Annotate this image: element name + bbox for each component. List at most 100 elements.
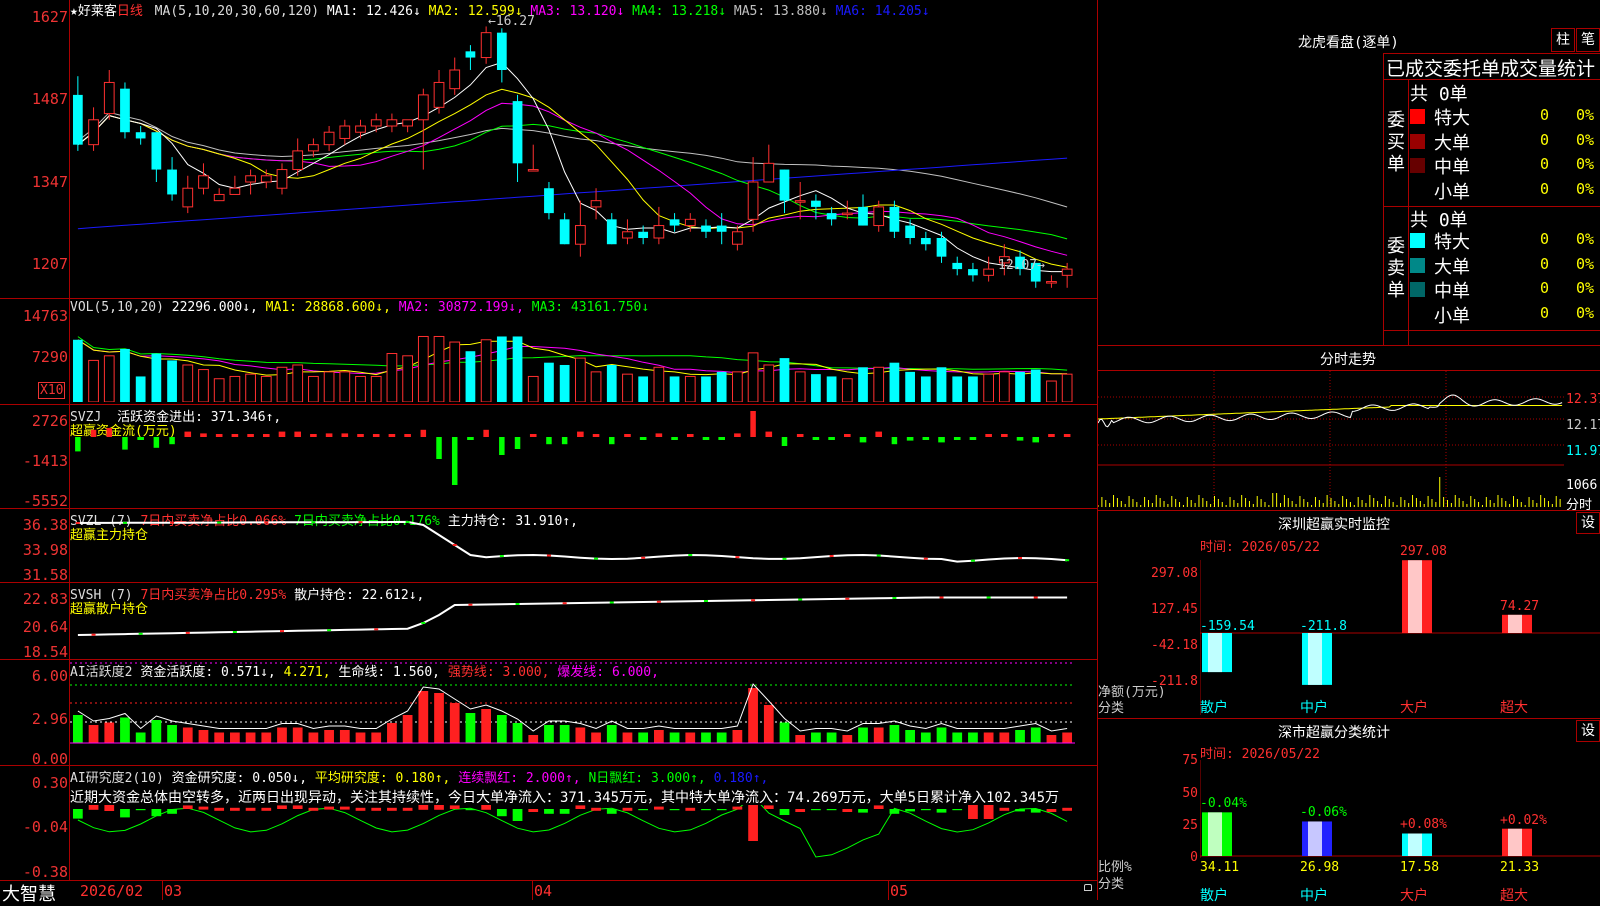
ai-activity-chart[interactable] <box>70 660 1075 764</box>
research-bar <box>182 805 193 809</box>
ai-research-streak: 连续飘红: 2.000↑, <box>458 771 581 786</box>
volume-bar <box>182 364 194 402</box>
lock-icon[interactable] <box>1084 884 1092 891</box>
candle-body <box>229 187 241 195</box>
candle-body <box>841 212 853 216</box>
column-view-button[interactable]: 柱 <box>1551 28 1575 52</box>
activity-bar <box>669 732 680 743</box>
vol-ma1 <box>77 339 1068 376</box>
activity-bar <box>811 732 821 743</box>
flow-bar <box>718 437 725 440</box>
retail-holding-chart[interactable] <box>70 583 1075 658</box>
volume-bar <box>167 360 177 402</box>
intraday-chart[interactable] <box>1098 371 1564 508</box>
holding-tick <box>515 603 520 605</box>
candle-body <box>496 32 507 70</box>
holding-tick <box>923 557 928 560</box>
fund-flow-chart[interactable] <box>70 405 1075 507</box>
research-bar <box>685 807 696 811</box>
tick-view-button[interactable]: 笔 <box>1576 28 1600 52</box>
settings-button[interactable]: 设 <box>1576 512 1600 534</box>
activity-bar <box>858 727 868 743</box>
flow-bar <box>875 431 883 437</box>
ai-research-chart[interactable] <box>70 805 1075 879</box>
holding-tick <box>688 554 693 557</box>
research-bar <box>339 806 350 810</box>
activity-bar <box>842 735 853 743</box>
volume-bar <box>794 371 806 402</box>
candle-body <box>826 213 837 220</box>
candle-body <box>622 231 633 239</box>
volume-bar <box>669 376 680 402</box>
research-bar <box>402 807 413 811</box>
volume-chart[interactable] <box>70 318 1075 402</box>
flow-bar <box>734 433 741 437</box>
divider <box>0 880 1098 881</box>
settings-button[interactable]: 设 <box>1576 720 1600 742</box>
holding-tick <box>421 622 426 624</box>
activity-bar <box>182 727 193 743</box>
volume-bar <box>449 341 461 402</box>
volume-bar <box>339 371 351 402</box>
flow-bar <box>499 437 505 455</box>
research-bar <box>811 809 821 811</box>
flow-bar <box>561 437 568 445</box>
holding-tick <box>468 603 473 606</box>
sz-monitor-chart[interactable] <box>1200 560 1600 715</box>
candle-body <box>370 119 382 127</box>
research-bar <box>120 809 130 818</box>
category-bar <box>1502 828 1532 856</box>
tick <box>532 880 533 900</box>
volume-bar <box>480 339 492 402</box>
ai-research-value: 资金研究度: 0.050↓, <box>171 771 308 786</box>
flow-bar <box>247 434 254 437</box>
candle-body <box>72 94 83 145</box>
activity-bar <box>292 727 303 743</box>
volume-bar <box>1046 380 1057 402</box>
order-type-label: 大单 <box>1434 132 1470 154</box>
activity-bar <box>198 730 209 743</box>
research-bar <box>622 807 633 811</box>
volume-bar <box>496 336 507 402</box>
activity-bar <box>716 732 727 743</box>
candle-body <box>811 200 821 207</box>
candle-body <box>1046 281 1057 284</box>
candle-body <box>936 238 947 257</box>
holding-tick <box>499 555 504 558</box>
ai-research-avg: 平均研究度: 0.180↑, <box>314 771 451 786</box>
flow-bar <box>828 437 835 440</box>
activity-bar <box>559 725 570 743</box>
svzj-axis-label: 2726 <box>31 412 68 430</box>
activity-bar <box>1030 727 1041 743</box>
vol-title: VOL(5,10,20) <box>70 300 164 315</box>
high-price-mark: ←16.27 <box>488 14 535 29</box>
candlestick-chart[interactable] <box>70 14 1075 294</box>
activity-bar <box>449 703 460 743</box>
lhb-subtitle: 已成交委托单成交量统计 <box>1386 58 1596 80</box>
holding-tick <box>170 521 175 524</box>
research-bar <box>512 809 523 821</box>
ai-research-axis-label: -0.04 <box>22 818 68 836</box>
flow-bar <box>577 431 584 437</box>
activity-bar <box>638 732 649 743</box>
holding-tick <box>970 559 975 562</box>
holding-tick <box>641 556 646 559</box>
activity-bar <box>371 732 382 743</box>
candle-body <box>905 225 915 238</box>
flow-bar <box>844 434 851 437</box>
holding-tick <box>358 521 363 524</box>
price-axis-label: 1627 <box>31 8 68 26</box>
candle-body <box>952 262 963 270</box>
research-bar <box>779 809 790 815</box>
main-holding-chart[interactable] <box>70 509 1075 581</box>
candle-body <box>653 225 665 239</box>
research-bar <box>591 807 601 811</box>
candle-body <box>465 51 476 58</box>
activity-bar <box>496 715 507 743</box>
low-price-mark: 12.07→ <box>998 258 1045 273</box>
candle-body <box>1061 268 1073 276</box>
research-bar <box>167 809 177 814</box>
candle-body <box>355 125 366 133</box>
research-bar <box>277 805 287 809</box>
activity-bar <box>936 727 947 743</box>
